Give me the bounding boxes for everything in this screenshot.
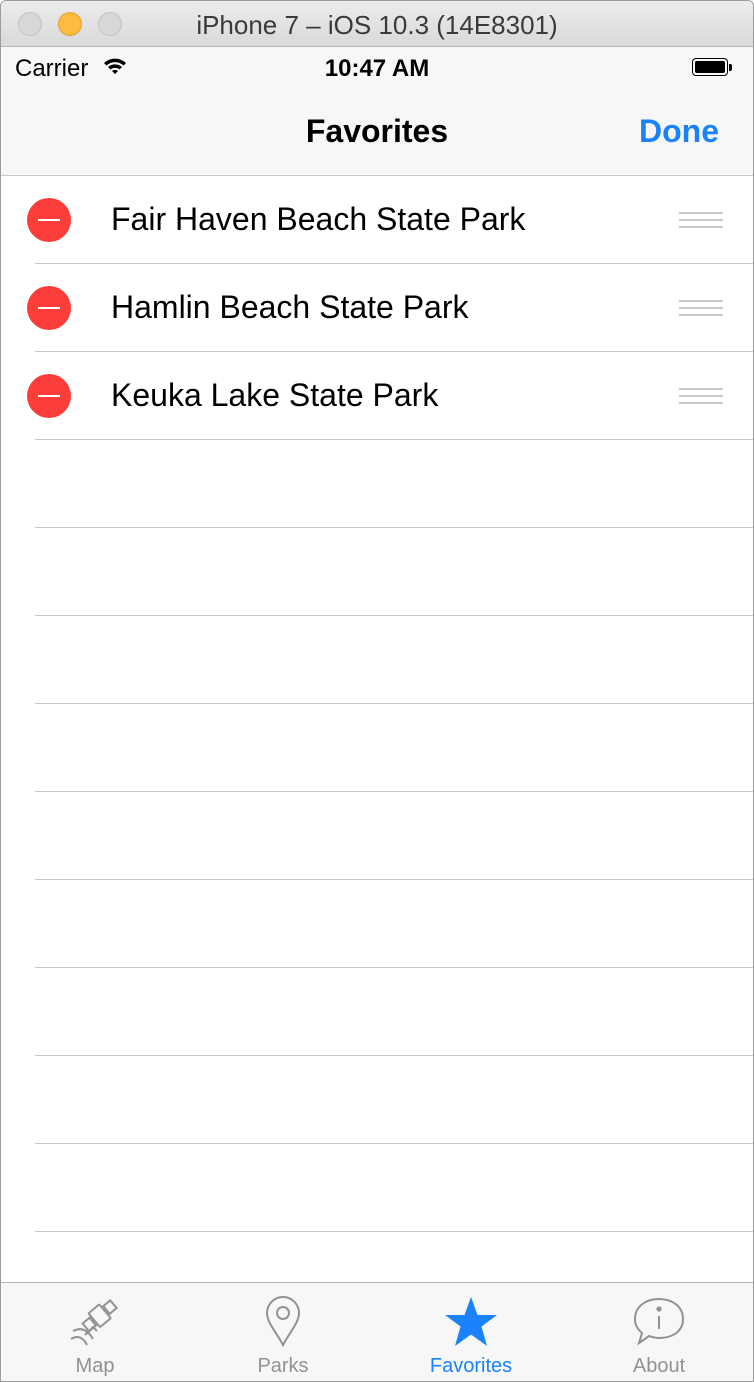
empty-row xyxy=(1,704,753,792)
favorite-row[interactable]: Hamlin Beach State Park xyxy=(1,264,753,352)
status-bar: Carrier 10:47 AM xyxy=(1,47,753,89)
tab-label: Map xyxy=(75,1355,115,1377)
favorites-table[interactable]: Fair Haven Beach State Park Hamlin Beach… xyxy=(1,176,753,1282)
minus-icon xyxy=(38,307,60,309)
reorder-handle-icon[interactable] xyxy=(679,300,723,316)
simulator-window: iPhone 7 – iOS 10.3 (14E8301) Carrier 10… xyxy=(0,0,754,1382)
tab-label: About xyxy=(632,1355,686,1377)
favorite-park-name: Fair Haven Beach State Park xyxy=(111,201,526,237)
reorder-handle-icon[interactable] xyxy=(679,212,723,228)
done-button[interactable]: Done xyxy=(639,113,719,150)
window-title: iPhone 7 – iOS 10.3 (14E8301) xyxy=(196,10,558,40)
empty-row xyxy=(1,440,753,528)
minus-icon xyxy=(38,395,60,397)
minus-icon xyxy=(38,219,60,221)
empty-row xyxy=(1,880,753,968)
reorder-handle-icon[interactable] xyxy=(679,388,723,404)
status-time: 10:47 AM xyxy=(324,55,430,82)
delete-row-button[interactable] xyxy=(27,374,71,418)
empty-row xyxy=(1,1056,753,1144)
tab-map[interactable]: Map xyxy=(1,1283,189,1381)
row-separator xyxy=(35,1231,753,1232)
empty-row xyxy=(1,792,753,880)
delete-row-button[interactable] xyxy=(27,286,71,330)
favorite-row[interactable]: Fair Haven Beach State Park xyxy=(1,176,753,264)
tab-label: Parks xyxy=(257,1355,309,1377)
empty-row xyxy=(1,1144,753,1232)
tab-favorites[interactable]: Favorites xyxy=(377,1283,565,1381)
delete-row-button[interactable] xyxy=(27,198,71,242)
empty-row xyxy=(1,616,753,704)
info-icon xyxy=(631,1295,687,1354)
tab-label: Favorites xyxy=(429,1355,513,1377)
favorite-row[interactable]: Keuka Lake State Park xyxy=(1,352,753,440)
star-icon xyxy=(442,1295,500,1354)
window-titlebar: iPhone 7 – iOS 10.3 (14E8301) xyxy=(1,1,753,47)
empty-row xyxy=(1,528,753,616)
map-icon xyxy=(67,1295,123,1354)
tab-bar: Map Parks Favorites About xyxy=(1,1282,753,1381)
battery-icon xyxy=(692,58,734,78)
empty-row xyxy=(1,968,753,1056)
pin-icon xyxy=(263,1295,303,1354)
navigation-bar: Favorites Done xyxy=(1,89,753,176)
tab-about[interactable]: About xyxy=(565,1283,753,1381)
favorite-park-name: Hamlin Beach State Park xyxy=(111,289,469,325)
favorite-park-name: Keuka Lake State Park xyxy=(111,377,439,413)
tab-parks[interactable]: Parks xyxy=(189,1283,377,1381)
